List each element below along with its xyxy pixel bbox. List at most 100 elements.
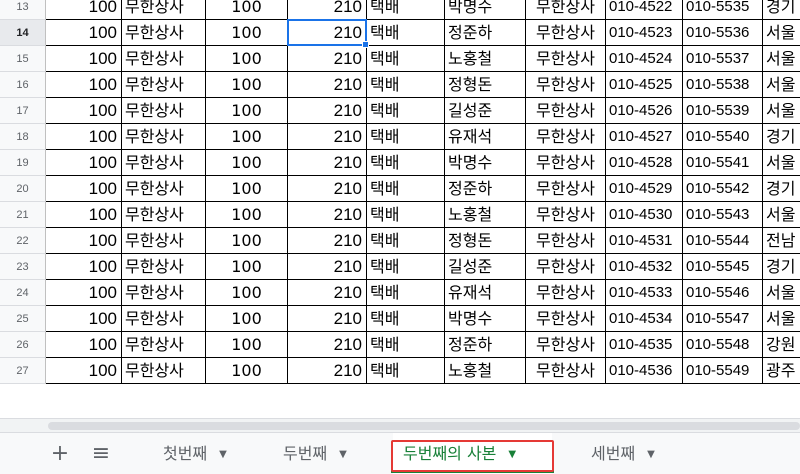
grid-cell[interactable]: 100 (206, 20, 288, 46)
grid-cell[interactable]: 100 (46, 358, 122, 384)
grid-cell[interactable]: 210 (288, 332, 367, 358)
grid-cell[interactable]: 010-4529 (606, 176, 683, 202)
grid-cell[interactable]: 정준하 (445, 332, 526, 358)
grid-cell[interactable]: 210 (288, 228, 367, 254)
grid-cell[interactable]: 100 (46, 0, 122, 20)
grid-cell[interactable]: 노홍철 (445, 46, 526, 72)
grid-cell[interactable]: 무한상사 (122, 176, 206, 202)
row-header[interactable]: 23 (0, 254, 46, 280)
grid-cell[interactable]: 무한상사 (122, 150, 206, 176)
grid-cell[interactable]: 010-5540 (683, 124, 763, 150)
grid-cell[interactable]: 무한상사 (526, 202, 606, 228)
grid-cell[interactable]: 100 (206, 332, 288, 358)
grid-cell[interactable]: 택배 (367, 228, 445, 254)
grid-cell[interactable]: 100 (206, 98, 288, 124)
grid-cell[interactable]: 100 (206, 150, 288, 176)
row-header[interactable]: 13 (0, 0, 46, 20)
grid-cell[interactable]: 210 (288, 306, 367, 332)
grid-cell[interactable]: 010-5543 (683, 202, 763, 228)
tab-second[interactable]: 두번째 ▼ (273, 433, 357, 474)
grid-cell[interactable]: 택배 (367, 0, 445, 20)
grid-cell[interactable]: 100 (46, 228, 122, 254)
grid-cell[interactable]: 무한상사 (122, 280, 206, 306)
grid-cell[interactable]: 010-5535 (683, 0, 763, 20)
grid-cell[interactable]: 010-4530 (606, 202, 683, 228)
grid-cell[interactable]: 210 (288, 150, 367, 176)
grid-cell[interactable]: 무한상사 (526, 228, 606, 254)
row-header[interactable]: 17 (0, 98, 46, 124)
grid-cell[interactable]: 010-4534 (606, 306, 683, 332)
grid-cell[interactable]: 210 (288, 46, 367, 72)
grid-cell[interactable]: 택배 (367, 98, 445, 124)
grid-cell[interactable]: 무한상사 (122, 306, 206, 332)
all-sheets-button[interactable]: ≡ (88, 441, 114, 467)
grid-cell[interactable]: 100 (46, 306, 122, 332)
grid-cell[interactable]: 100 (206, 306, 288, 332)
row-header[interactable]: 19 (0, 150, 46, 176)
row-header[interactable]: 21 (0, 202, 46, 228)
grid-cell[interactable]: 210 (288, 280, 367, 306)
grid-cell[interactable]: 무한상사 (122, 46, 206, 72)
grid-cell[interactable]: 서울 (763, 20, 800, 46)
grid-cell[interactable]: 무한상사 (526, 358, 606, 384)
grid-cell[interactable]: 100 (46, 72, 122, 98)
grid-cell[interactable]: 010-5546 (683, 280, 763, 306)
grid-cell[interactable]: 택배 (367, 176, 445, 202)
grid-cell[interactable]: 100 (46, 254, 122, 280)
grid-cell[interactable]: 210 (288, 20, 367, 46)
grid-cell[interactable]: 010-4527 (606, 124, 683, 150)
grid-cell[interactable]: 광주 (763, 358, 800, 384)
grid-cell[interactable]: 010-5539 (683, 98, 763, 124)
grid-cell[interactable]: 정준하 (445, 176, 526, 202)
grid-cell[interactable]: 택배 (367, 202, 445, 228)
grid-cell[interactable]: 010-4524 (606, 46, 683, 72)
grid-cell[interactable]: 노홍철 (445, 358, 526, 384)
grid-cell[interactable]: 100 (206, 202, 288, 228)
grid-cell[interactable]: 서울 (763, 150, 800, 176)
chevron-down-icon[interactable]: ▼ (508, 449, 516, 460)
scrollbar-thumb[interactable] (48, 422, 800, 430)
grid-cell[interactable]: 100 (46, 98, 122, 124)
grid-cell[interactable]: 노홍철 (445, 202, 526, 228)
grid-cell[interactable]: 택배 (367, 306, 445, 332)
grid-cell[interactable]: 010-5544 (683, 228, 763, 254)
grid-cell[interactable]: 010-4532 (606, 254, 683, 280)
grid-cell[interactable]: 010-4526 (606, 98, 683, 124)
grid-cell[interactable]: 서울 (763, 46, 800, 72)
add-sheet-button[interactable]: + (47, 441, 73, 467)
grid-cell[interactable]: 210 (288, 176, 367, 202)
grid-cell[interactable]: 유재석 (445, 280, 526, 306)
grid-cell[interactable]: 경기 (763, 124, 800, 150)
grid-cell[interactable]: 100 (46, 124, 122, 150)
row-header[interactable]: 15 (0, 46, 46, 72)
grid-cell[interactable]: 100 (206, 124, 288, 150)
grid-cell[interactable]: 210 (288, 124, 367, 150)
grid-cell[interactable]: 무한상사 (122, 358, 206, 384)
row-header[interactable]: 25 (0, 306, 46, 332)
grid-cell[interactable]: 무한상사 (526, 72, 606, 98)
grid-cell[interactable]: 길성준 (445, 98, 526, 124)
row-header[interactable]: 24 (0, 280, 46, 306)
grid-cell[interactable]: 무한상사 (122, 332, 206, 358)
grid-cell[interactable]: 정형돈 (445, 72, 526, 98)
grid-cell[interactable]: 서울 (763, 98, 800, 124)
grid-cell[interactable]: 전남 (763, 228, 800, 254)
grid-cell[interactable]: 무한상사 (526, 254, 606, 280)
grid-cell[interactable]: 100 (46, 46, 122, 72)
grid-cell[interactable]: 100 (46, 280, 122, 306)
grid-cell[interactable]: 210 (288, 0, 367, 20)
grid-cell[interactable]: 무한상사 (122, 98, 206, 124)
grid-cell[interactable]: 무한상사 (122, 124, 206, 150)
grid-cell[interactable]: 택배 (367, 150, 445, 176)
chevron-down-icon[interactable]: ▼ (219, 449, 227, 460)
grid-cell[interactable]: 택배 (367, 46, 445, 72)
row-header[interactable]: 27 (0, 358, 46, 384)
row-header[interactable]: 16 (0, 72, 46, 98)
grid-cell[interactable]: 길성준 (445, 254, 526, 280)
grid-cell[interactable]: 경기 (763, 254, 800, 280)
grid-cell[interactable]: 010-5548 (683, 332, 763, 358)
fill-handle[interactable] (362, 41, 369, 48)
grid-cell[interactable]: 010-4531 (606, 228, 683, 254)
grid-cell[interactable]: 010-5536 (683, 20, 763, 46)
grid-cell[interactable]: 100 (206, 228, 288, 254)
